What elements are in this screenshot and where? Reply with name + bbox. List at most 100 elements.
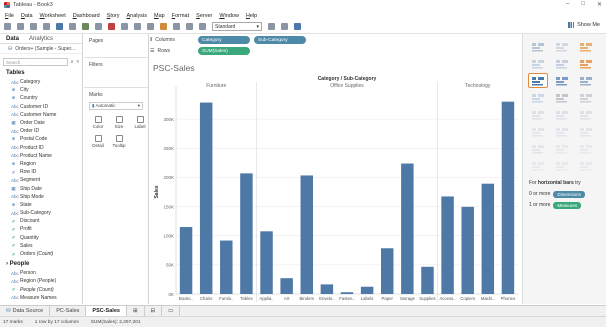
field-people-1[interactable]: Abc Region (People): [0, 277, 82, 285]
field-dim-postal-code[interactable]: ⊕ Postal Code: [0, 135, 82, 143]
showme-dual-combination-icon[interactable]: [577, 125, 595, 138]
field-dim-customer-name[interactable]: Abc Customer Name: [0, 111, 82, 119]
tab-data[interactable]: Data: [6, 36, 19, 42]
menu-worksheet[interactable]: Worksheet: [40, 13, 66, 19]
showme-symbol-map-icon[interactable]: [529, 57, 547, 70]
undo-icon[interactable]: [17, 23, 24, 30]
showme-circle-view-icon[interactable]: [553, 91, 571, 104]
marks-color-button[interactable]: Color: [89, 114, 107, 130]
menu-window[interactable]: Window: [219, 13, 239, 19]
showme-bullet-icon[interactable]: [553, 159, 571, 172]
fix-axes-icon[interactable]: [199, 23, 206, 30]
fit-select[interactable]: Standard ▾: [212, 22, 262, 31]
showme-continuous-lines-icon[interactable]: [529, 108, 547, 121]
close-icon[interactable]: ✕: [597, 1, 602, 8]
showme-stacked-bars-icon[interactable]: [553, 74, 571, 87]
mark-type-select[interactable]: ▮ Automatic ▾: [89, 102, 143, 110]
showme-treemap-icon[interactable]: [529, 91, 547, 104]
showme-histogram-icon[interactable]: [553, 142, 571, 155]
menu-analysis[interactable]: Analysis: [127, 13, 147, 19]
menu-server[interactable]: Server: [196, 13, 212, 19]
menu-help[interactable]: Help: [246, 13, 257, 19]
cards-icon[interactable]: [268, 23, 275, 30]
field-mea-profit[interactable]: # Profit: [0, 225, 82, 233]
menu-story[interactable]: Story: [107, 13, 120, 19]
filter-icon[interactable]: ▿: [76, 59, 79, 65]
showme-highlight-table-icon[interactable]: [577, 40, 595, 53]
show-me-button[interactable]: Show Me: [568, 22, 600, 28]
pages-card[interactable]: Pages: [84, 34, 148, 58]
tab-analytics[interactable]: Analytics: [29, 36, 53, 42]
datasource-item[interactable]: ⛁ Orders+ (Sample - Super...: [0, 44, 82, 54]
new-sheet-icon[interactable]: ⊞: [127, 305, 145, 317]
maximize-icon[interactable]: □: [581, 1, 585, 8]
field-dim-ship-mode[interactable]: Abc Ship Mode: [0, 193, 82, 201]
field-mea-orders-count-[interactable]: # Orders (Count): [0, 250, 82, 258]
field-dim-product-name[interactable]: Abc Product Name: [0, 152, 82, 160]
field-dim-segment[interactable]: Abc Segment: [0, 176, 82, 184]
labels-icon[interactable]: [186, 23, 193, 30]
showme-box-whisker-icon[interactable]: [577, 142, 595, 155]
field-dim-order-id[interactable]: Abc Order ID: [0, 127, 82, 135]
field-mea-discount[interactable]: # Discount: [0, 217, 82, 225]
field-people-0[interactable]: Abc Person: [0, 269, 82, 277]
field-dim-sub-category[interactable]: Abc Sub-Category: [0, 209, 82, 217]
showme-discrete-lines-icon[interactable]: [553, 108, 571, 121]
redo-icon[interactable]: [30, 23, 37, 30]
showme-filled-map-icon[interactable]: [553, 57, 571, 70]
group-icon[interactable]: [173, 23, 180, 30]
field-search-input[interactable]: Search: [3, 58, 68, 66]
field-dim-ship-date[interactable]: ▦ Ship Date: [0, 184, 82, 192]
tableau-icon[interactable]: [4, 23, 11, 30]
field-dim-category[interactable]: Abc Category: [0, 78, 82, 86]
showme-gantt-icon[interactable]: [529, 159, 547, 172]
pill-category[interactable]: Category: [198, 36, 250, 44]
field-dim-customer-id[interactable]: Abc Customer ID: [0, 103, 82, 111]
showme-area-discrete-icon[interactable]: [553, 125, 571, 138]
showme-text-table-icon[interactable]: [529, 40, 547, 53]
search-icon[interactable]: ⌕: [71, 59, 74, 65]
menu-map[interactable]: Map: [154, 13, 165, 19]
new-worksheet-icon[interactable]: [82, 23, 89, 30]
marks-label-button[interactable]: Label: [131, 114, 149, 130]
share-icon[interactable]: [294, 23, 301, 30]
field-dim-region[interactable]: ⊕ Region: [0, 160, 82, 168]
field-dim-product-id[interactable]: Abc Product ID: [0, 144, 82, 152]
pause-icon[interactable]: [69, 23, 76, 30]
new-datasource-icon[interactable]: [56, 23, 63, 30]
save-icon[interactable]: [43, 23, 50, 30]
pill-sum-sales[interactable]: SUM(Sales): [198, 47, 250, 55]
showme-side-by-side-bars-icon[interactable]: [577, 74, 595, 87]
field-dim-order-date[interactable]: ▦ Order Date: [0, 119, 82, 127]
showme-side-by-side-circles-icon[interactable]: [577, 91, 595, 104]
pill-sub-category[interactable]: Sub-Category: [254, 36, 306, 44]
field-mea-sales[interactable]: # Sales: [0, 242, 82, 250]
showme-pie-chart-icon[interactable]: [577, 57, 595, 70]
filters-card[interactable]: Filters: [84, 58, 148, 88]
marks-size-button[interactable]: Size: [110, 114, 128, 130]
swap-icon[interactable]: [121, 23, 128, 30]
tab-data-source[interactable]: ⛁ Data Source: [0, 305, 51, 317]
clear-icon[interactable]: [108, 23, 115, 30]
sort-asc-icon[interactable]: [134, 23, 141, 30]
people-heading[interactable]: › People: [0, 258, 82, 269]
measure-names-field[interactable]: Abc Measure Names: [0, 294, 82, 302]
menu-format[interactable]: Format: [172, 13, 189, 19]
marks-tooltip-button[interactable]: Tooltip: [110, 133, 128, 149]
showme-heat-map-icon[interactable]: [553, 40, 571, 53]
showme-scatter-plot-icon[interactable]: [529, 142, 547, 155]
duplicate-icon[interactable]: [95, 23, 102, 30]
minimize-icon[interactable]: –: [566, 1, 569, 8]
showme-packed-bubbles-icon[interactable]: [577, 159, 595, 172]
tab-pc-sales[interactable]: PC-Sales: [50, 305, 87, 317]
field-mea-quantity[interactable]: # Quantity: [0, 234, 82, 242]
showme-area-continuous-icon[interactable]: [529, 125, 547, 138]
field-dim-row-id[interactable]: # Row ID: [0, 168, 82, 176]
presentation-icon[interactable]: [281, 23, 288, 30]
field-people-2[interactable]: # People (Count): [0, 286, 82, 294]
sort-desc-icon[interactable]: [147, 23, 154, 30]
menu-data[interactable]: Data: [21, 13, 33, 19]
tab-psc-sales[interactable]: PSC-Sales: [86, 305, 127, 317]
field-dim-state[interactable]: ⊕ State: [0, 201, 82, 209]
field-dim-country[interactable]: ⊕ Country: [0, 94, 82, 102]
